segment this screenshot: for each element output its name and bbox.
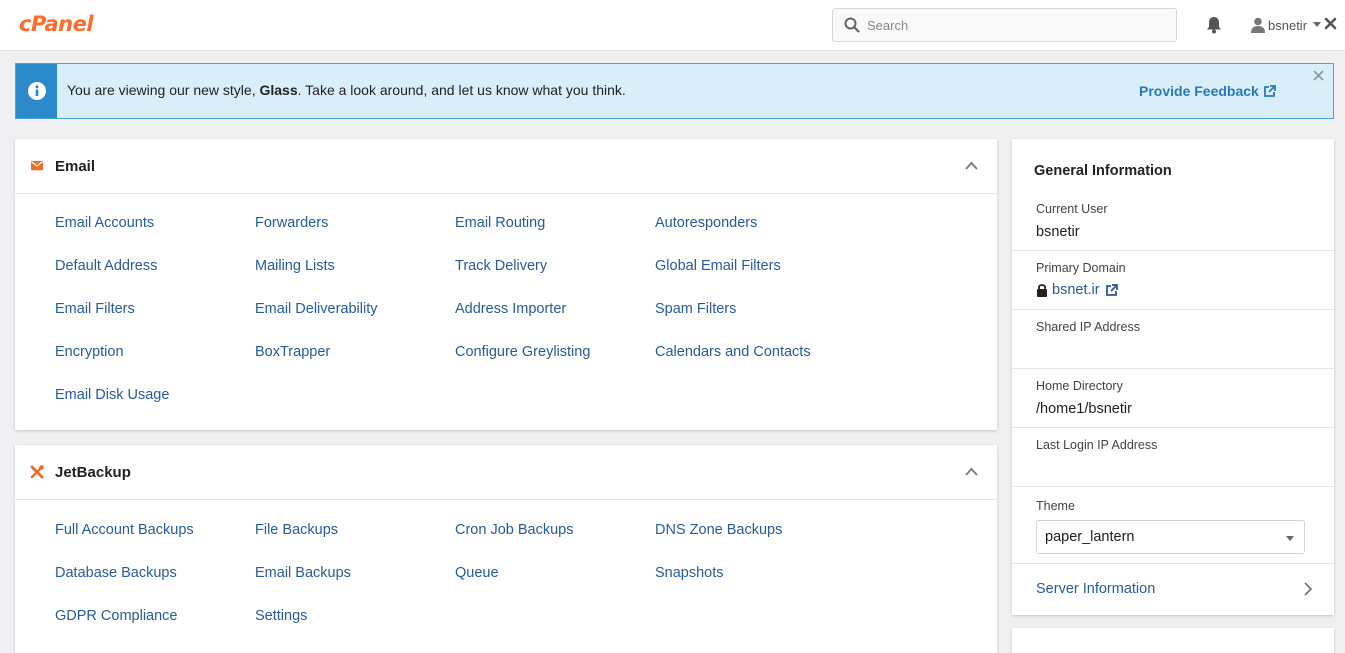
chevron-up-icon[interactable] [965, 161, 978, 170]
link-dns-zone-backups[interactable]: DNS Zone Backups [655, 522, 855, 538]
last-login-ip-row: Last Login IP Address [1012, 428, 1334, 487]
user-menu[interactable]: bsnetir [1251, 15, 1322, 35]
link-default-address[interactable]: Default Address [55, 258, 255, 274]
current-user-label: Current User [1036, 202, 1108, 216]
search-icon [844, 17, 860, 33]
close-icon[interactable] [1324, 17, 1337, 30]
link-track-delivery[interactable]: Track Delivery [455, 258, 655, 274]
general-information-title: General Information [1034, 163, 1172, 179]
link-email-accounts[interactable]: Email Accounts [55, 215, 255, 231]
home-directory-value: /home1/bsnetir [1036, 401, 1132, 417]
link-address-importer[interactable]: Address Importer [455, 301, 655, 317]
theme-select-value: paper_lantern [1045, 529, 1135, 545]
sidebar-secondary-panel [1012, 628, 1334, 653]
primary-domain-link[interactable]: bsnet.ir [1036, 282, 1118, 298]
link-file-backups[interactable]: File Backups [255, 522, 455, 538]
shared-ip-label: Shared IP Address [1036, 320, 1141, 334]
current-user-row: Current User bsnetir [1012, 189, 1334, 251]
link-autoresponders[interactable]: Autoresponders [655, 215, 855, 231]
link-queue[interactable]: Queue [455, 565, 655, 581]
theme-select[interactable]: paper_lantern [1036, 520, 1305, 554]
chevron-down-icon [1286, 536, 1294, 541]
style-name: Glass [259, 82, 298, 98]
cpanel-logo[interactable]: cPanel [19, 12, 94, 36]
shared-ip-row: Shared IP Address [1012, 310, 1334, 369]
theme-label: Theme [1036, 499, 1075, 513]
link-forwarders[interactable]: Forwarders [255, 215, 455, 231]
jetbackup-panel-title: JetBackup [55, 464, 131, 481]
external-link-icon [1105, 283, 1118, 296]
external-link-icon [1263, 84, 1276, 97]
link-cron-job-backups[interactable]: Cron Job Backups [455, 522, 655, 538]
bell-icon[interactable] [1206, 16, 1222, 34]
chevron-down-icon [1313, 22, 1322, 27]
server-information-link[interactable]: Server Information [1012, 563, 1334, 615]
new-style-notice: You are viewing our new style, Glass. Ta… [15, 63, 1334, 119]
chevron-up-icon[interactable] [965, 467, 978, 476]
jetbackup-panel: JetBackup Full Account Backups File Back… [15, 445, 997, 653]
link-global-email-filters[interactable]: Global Email Filters [655, 258, 855, 274]
lock-icon [1037, 284, 1047, 297]
search-input[interactable] [867, 9, 1167, 41]
user-icon [1251, 17, 1265, 33]
jetbackup-panel-header[interactable]: JetBackup [15, 445, 997, 500]
primary-domain-row: Primary Domain bsnet.ir [1012, 251, 1334, 310]
link-configure-greylisting[interactable]: Configure Greylisting [455, 344, 655, 360]
top-bar: cPanel bsnetir [0, 0, 1345, 51]
search-box[interactable] [832, 8, 1177, 42]
email-panel-header[interactable]: Email [15, 139, 997, 194]
envelope-icon [31, 160, 43, 171]
last-login-ip-label: Last Login IP Address [1036, 438, 1158, 452]
link-full-account-backups[interactable]: Full Account Backups [55, 522, 255, 538]
link-email-backups[interactable]: Email Backups [255, 565, 455, 581]
notice-message: You are viewing our new style, Glass. Ta… [67, 82, 626, 98]
primary-domain-label: Primary Domain [1036, 261, 1126, 275]
link-settings[interactable]: Settings [255, 608, 455, 624]
link-database-backups[interactable]: Database Backups [55, 565, 255, 581]
info-icon [28, 82, 46, 100]
email-panel-title: Email [55, 158, 96, 175]
link-boxtrapper[interactable]: BoxTrapper [255, 344, 455, 360]
provide-feedback-link[interactable]: Provide Feedback [1139, 83, 1276, 99]
email-panel: Email Email Accounts Forwarders Email Ro… [15, 139, 997, 430]
link-email-deliverability[interactable]: Email Deliverability [255, 301, 455, 317]
chevron-right-icon [1304, 582, 1312, 596]
username-label: bsnetir [1268, 17, 1308, 33]
link-email-routing[interactable]: Email Routing [455, 215, 655, 231]
home-directory-label: Home Directory [1036, 379, 1123, 393]
link-snapshots[interactable]: Snapshots [655, 565, 855, 581]
link-spam-filters[interactable]: Spam Filters [655, 301, 855, 317]
link-calendars-and-contacts[interactable]: Calendars and Contacts [655, 344, 855, 360]
dismiss-notice-icon[interactable] [1313, 70, 1324, 81]
tools-icon [30, 465, 44, 479]
link-encryption[interactable]: Encryption [55, 344, 255, 360]
link-email-filters[interactable]: Email Filters [55, 301, 255, 317]
server-information-label: Server Information [1036, 581, 1156, 597]
link-mailing-lists[interactable]: Mailing Lists [255, 258, 455, 274]
link-email-disk-usage[interactable]: Email Disk Usage [55, 387, 255, 403]
current-user-value: bsnetir [1036, 224, 1080, 240]
link-gdpr-compliance[interactable]: GDPR Compliance [55, 608, 255, 624]
general-information-panel: General Information Current User bsnetir… [1012, 139, 1334, 615]
home-directory-row: Home Directory /home1/bsnetir [1012, 369, 1334, 428]
